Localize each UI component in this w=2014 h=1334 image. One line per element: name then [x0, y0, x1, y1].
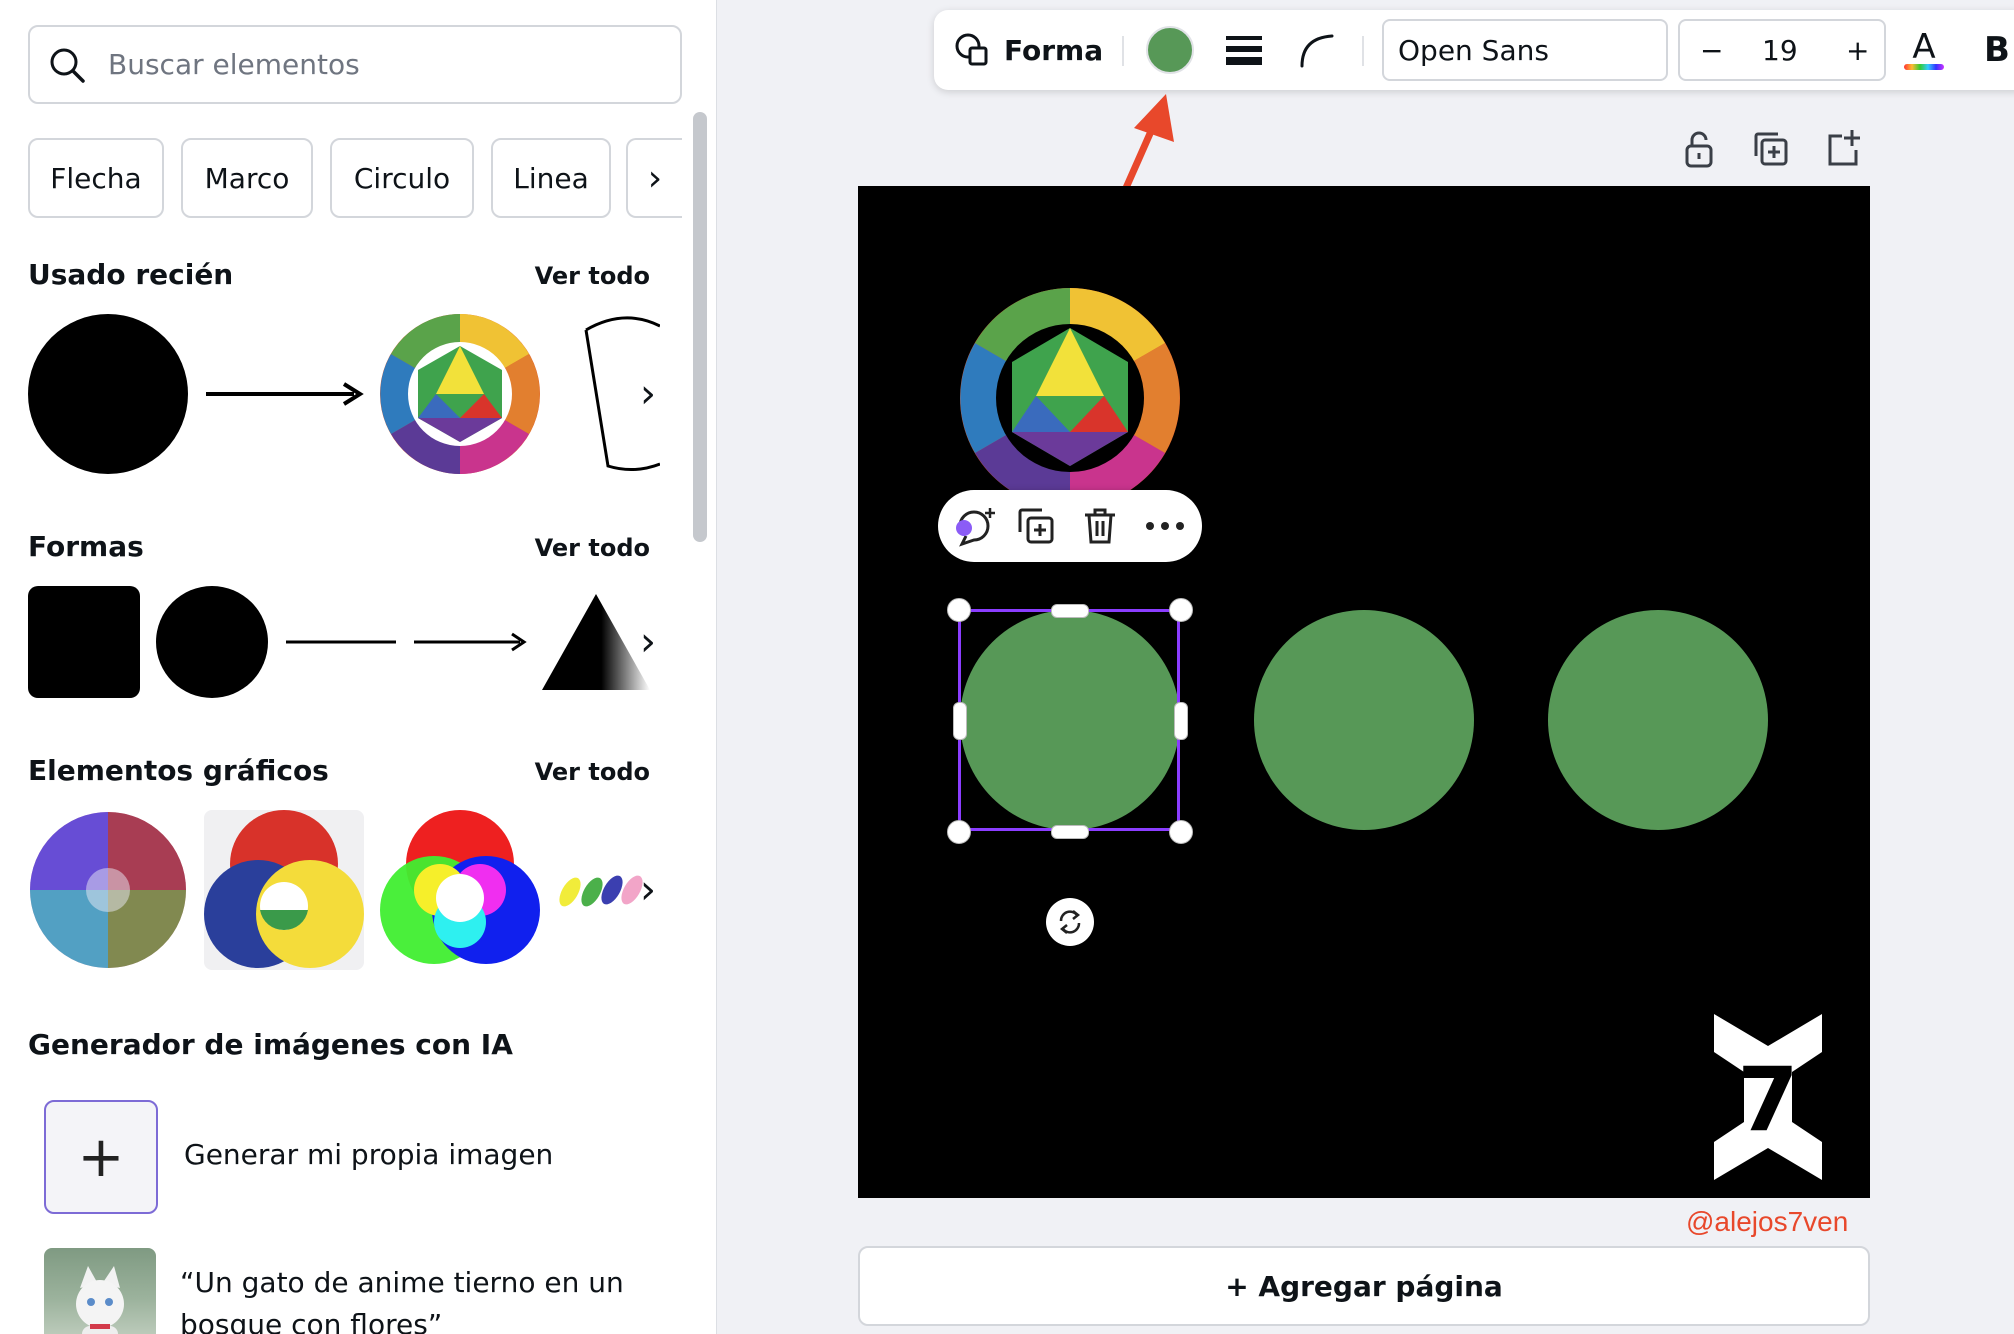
fill-color-swatch — [1146, 26, 1194, 74]
font-size-decrease-button[interactable]: − — [1700, 34, 1723, 67]
chevron-right-icon: › — [647, 157, 663, 199]
section-title-graphics: Elementos gráficos — [28, 754, 329, 787]
canvas-color-wheel[interactable] — [958, 286, 1182, 510]
text-color-button[interactable]: A — [1904, 10, 1944, 90]
ai-example-prompt[interactable]: “Un gato de anime tierno en un bosque co… — [180, 1262, 640, 1334]
font-family-dropdown[interactable]: Open Sans — [1382, 19, 1668, 81]
chip-label: Circulo — [353, 161, 451, 195]
toolbar-divider — [1122, 36, 1124, 66]
resize-handle-top[interactable] — [1051, 604, 1089, 618]
chips-next-button[interactable]: › — [626, 138, 682, 218]
section-title-ai: Generador de imágenes con IA — [28, 1028, 513, 1061]
chip-label: Flecha — [50, 161, 142, 195]
graphic-rgb-venn[interactable] — [204, 810, 364, 970]
resize-handle-top-right[interactable] — [1169, 598, 1193, 622]
lock-icon[interactable] — [1678, 128, 1720, 170]
more-options-icon[interactable] — [1144, 518, 1186, 534]
search-box[interactable] — [28, 25, 682, 104]
trash-icon[interactable] — [1080, 506, 1120, 546]
rotate-icon — [1059, 910, 1081, 934]
search-icon — [50, 48, 85, 83]
chevron-right-icon: › — [640, 371, 656, 417]
recent-next-button[interactable]: › — [630, 366, 666, 422]
corner-rounding-button[interactable] — [1298, 10, 1334, 90]
shape-circle[interactable] — [156, 586, 268, 698]
green-circle-middle[interactable] — [1254, 610, 1474, 830]
element-context-menu — [938, 490, 1202, 562]
resize-handle-bottom-right[interactable] — [1169, 820, 1193, 844]
watermark-handle: @alejos7ven — [1686, 1206, 1849, 1237]
border-weight-icon — [1226, 36, 1262, 65]
add-page-icon[interactable] — [1822, 128, 1864, 170]
ai-example-thumbnail[interactable] — [44, 1248, 156, 1334]
add-page-button[interactable]: + Agregar página — [858, 1246, 1870, 1326]
chip-label: Marco — [204, 161, 290, 195]
elements-panel: Flecha Marco Circulo Linea › Usado recié… — [0, 0, 717, 1334]
search-input[interactable] — [106, 47, 630, 82]
resize-handle-top-left[interactable] — [947, 598, 971, 622]
section-title-shapes: Formas — [28, 530, 144, 563]
chip-circulo[interactable]: Circulo — [330, 138, 474, 218]
see-all-recent[interactable]: Ver todo — [535, 262, 650, 290]
brand-logo: 7 — [1714, 1014, 1822, 1180]
plus-icon: + — [77, 1124, 125, 1190]
resize-handle-bottom-left[interactable] — [947, 820, 971, 844]
recent-arrow[interactable] — [204, 378, 368, 410]
panel-scrollbar[interactable] — [693, 112, 707, 542]
shapes-icon — [955, 33, 988, 66]
venn-icon — [204, 810, 364, 968]
shapes-next-button[interactable]: › — [630, 614, 666, 670]
shape-type-button[interactable]: Forma — [954, 10, 1103, 90]
resize-handle-bottom[interactable] — [1051, 825, 1089, 839]
graphics-next-button[interactable]: › — [630, 862, 666, 918]
toolbar-divider — [1362, 36, 1364, 66]
see-all-graphics[interactable]: Ver todo — [535, 758, 650, 786]
font-size-stepper[interactable]: − 19 + — [1678, 19, 1886, 81]
shape-square[interactable] — [28, 586, 140, 698]
rotate-handle[interactable] — [1046, 898, 1094, 946]
shape-type-label: Forma — [1004, 33, 1104, 67]
text-color-rainbow-bar — [1904, 64, 1944, 70]
resize-handle-right[interactable] — [1174, 702, 1188, 740]
chip-linea[interactable]: Linea — [491, 138, 611, 218]
green-circle-right[interactable] — [1548, 610, 1768, 830]
generate-image-button[interactable]: + — [44, 1100, 158, 1214]
font-family-label: Open Sans — [1398, 33, 1549, 67]
resize-handle-left[interactable] — [953, 702, 967, 740]
chip-label: Linea — [513, 161, 589, 195]
corner-rounding-icon — [1300, 34, 1334, 68]
editor-toolbar: Forma Open Sans − 19 + A B — [934, 10, 2014, 90]
bold-button[interactable]: B — [1984, 10, 2010, 90]
bold-icon: B — [1984, 30, 2010, 70]
magic-comment-icon[interactable] — [952, 504, 998, 548]
logo-numeral: 7 — [1737, 1048, 1798, 1151]
recent-circle[interactable] — [28, 314, 188, 474]
border-style-button[interactable] — [1224, 10, 1264, 90]
chevron-right-icon: › — [640, 619, 656, 665]
text-color-icon: A — [1912, 27, 1936, 67]
duplicate-icon[interactable] — [1016, 506, 1056, 546]
font-size-increase-button[interactable]: + — [1846, 34, 1869, 67]
section-title-recent: Usado recién — [28, 258, 234, 291]
generate-image-label[interactable]: Generar mi propia imagen — [184, 1138, 553, 1171]
shape-arrow[interactable] — [412, 628, 528, 656]
selection-box — [958, 609, 1180, 831]
fill-color-button[interactable] — [1146, 10, 1194, 90]
shape-line[interactable] — [284, 632, 398, 652]
see-all-shapes[interactable]: Ver todo — [535, 534, 650, 562]
cat-image-icon — [76, 1266, 124, 1334]
graphic-color-spiral[interactable] — [28, 810, 188, 970]
chip-flecha[interactable]: Flecha — [28, 138, 164, 218]
graphic-light-venn[interactable] — [380, 810, 540, 970]
font-size-value[interactable]: 19 — [1762, 34, 1798, 67]
duplicate-page-icon[interactable] — [1750, 128, 1792, 170]
recent-color-wheel[interactable] — [380, 314, 540, 474]
chevron-right-icon: › — [640, 867, 656, 913]
chip-marco[interactable]: Marco — [181, 138, 313, 218]
